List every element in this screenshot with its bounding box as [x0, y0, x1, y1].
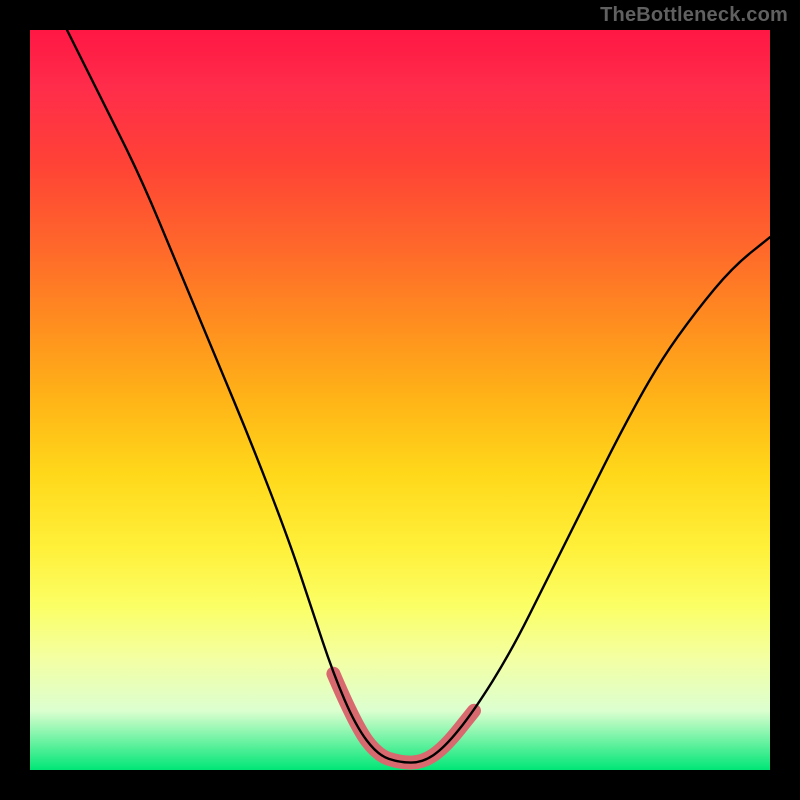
- chart-svg: [30, 30, 770, 770]
- plot-area: [30, 30, 770, 770]
- bottleneck-curve: [67, 30, 770, 763]
- watermark-text: TheBottleneck.com: [600, 4, 788, 27]
- chart-frame: TheBottleneck.com: [0, 0, 800, 800]
